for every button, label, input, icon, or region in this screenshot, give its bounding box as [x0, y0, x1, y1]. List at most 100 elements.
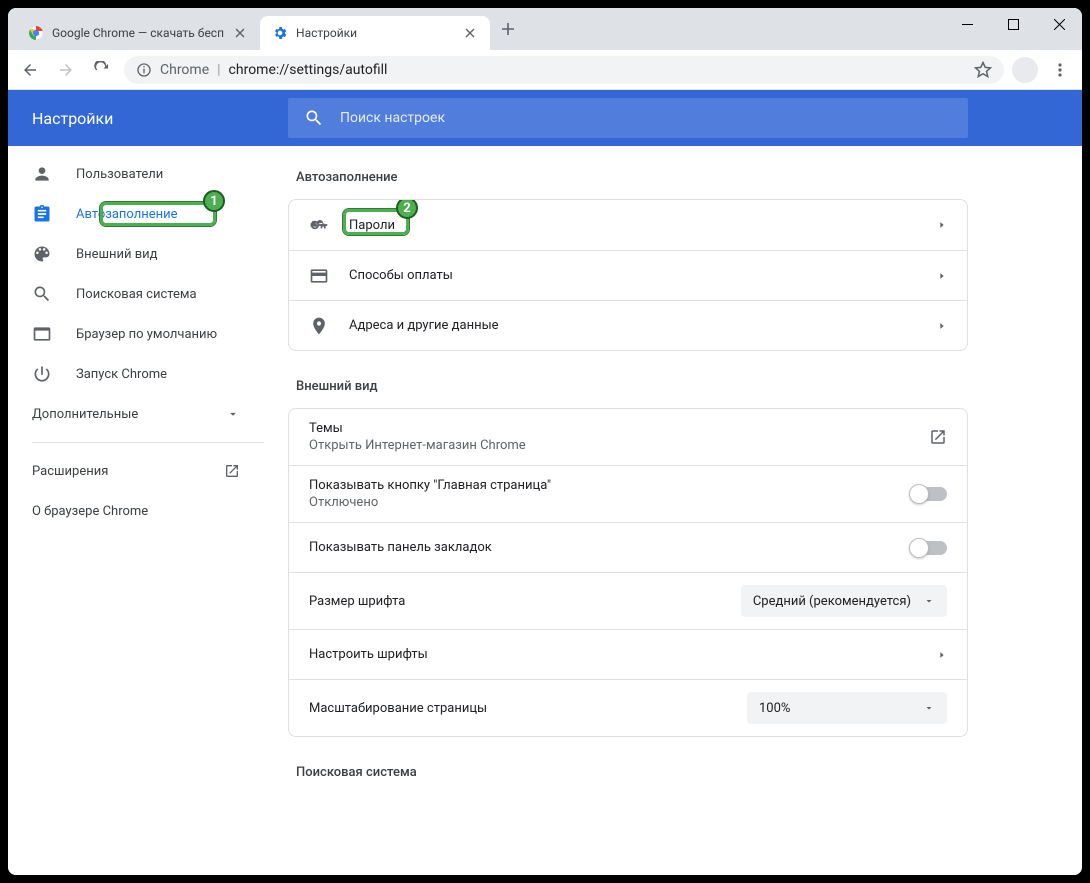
chevron-right-icon — [937, 321, 947, 331]
window-controls — [944, 8, 1082, 40]
forward-button[interactable] — [52, 56, 80, 84]
profile-avatar[interactable] — [1012, 57, 1038, 83]
row-passwords[interactable]: Пароли 2 — [289, 200, 967, 250]
sidebar-label: Внешний вид — [76, 247, 158, 262]
back-button[interactable] — [16, 56, 44, 84]
site-info-icon — [136, 62, 152, 78]
url-host: Chrome — [160, 62, 209, 78]
sidebar-label: О браузере Chrome — [32, 504, 148, 519]
location-icon — [309, 316, 329, 336]
tab-title: Google Chrome — скачать бесп — [52, 26, 224, 40]
settings-body: Пользователи Автозаполнение 1 Внешний ви… — [8, 146, 1082, 875]
row-label: Пароли — [349, 218, 917, 233]
sidebar-about[interactable]: О браузере Chrome — [8, 491, 264, 531]
search-icon — [32, 284, 52, 304]
window-close-button[interactable] — [1036, 8, 1082, 40]
appearance-card: Темы Открыть Интернет-магазин Chrome Пок… — [288, 408, 968, 737]
search-input[interactable] — [340, 110, 952, 126]
sidebar-item-people[interactable]: Пользователи — [8, 154, 264, 194]
titlebar: Google Chrome — скачать бесп Настройки — [8, 8, 1082, 50]
page-title: Настройки — [32, 109, 288, 128]
maximize-button[interactable] — [990, 8, 1036, 40]
chrome-menu-button[interactable] — [1046, 56, 1074, 84]
sidebar-item-appearance[interactable]: Внешний вид — [8, 234, 264, 274]
row-label: Масштабирование страницы — [309, 701, 727, 716]
credit-card-icon — [309, 266, 329, 286]
sidebar-item-default-browser[interactable]: Браузер по умолчанию — [8, 314, 264, 354]
row-page-zoom: Масштабирование страницы 100% — [289, 679, 967, 736]
settings-header: Настройки — [8, 90, 1082, 146]
tab-title: Настройки — [296, 26, 454, 40]
external-link-icon — [224, 463, 240, 479]
address-bar[interactable]: Chrome | chrome://settings/autofill — [124, 56, 1004, 84]
tab-inactive[interactable]: Google Chrome — скачать бесп — [16, 16, 260, 50]
sidebar-label: Расширения — [32, 464, 108, 479]
reload-button[interactable] — [88, 56, 116, 84]
row-sublabel: Отключено — [309, 495, 891, 510]
settings-main: Автозаполнение Пароли 2 Способы оплаты — [264, 146, 1082, 875]
search-icon — [304, 108, 324, 128]
row-label: Настроить шрифты — [309, 647, 917, 662]
row-label: Темы — [309, 421, 909, 436]
chevron-down-icon — [923, 595, 935, 607]
row-label: Показывать панель закладок — [309, 540, 891, 555]
sidebar-item-autofill[interactable]: Автозаполнение 1 — [8, 194, 264, 234]
person-icon — [32, 164, 52, 184]
power-icon — [32, 364, 52, 384]
minimize-button[interactable] — [944, 8, 990, 40]
palette-icon — [32, 244, 52, 264]
key-icon — [309, 215, 329, 235]
divider — [32, 442, 264, 443]
settings-content: Настройки Пользователи Автозаполнение — [8, 90, 1082, 875]
row-payment-methods[interactable]: Способы оплаты — [289, 250, 967, 300]
chevron-right-icon — [937, 220, 947, 230]
sidebar: Пользователи Автозаполнение 1 Внешний ви… — [8, 146, 264, 875]
close-icon[interactable] — [462, 25, 478, 41]
sidebar-label: Пользователи — [76, 167, 163, 182]
dropdown-page-zoom[interactable]: 100% — [747, 692, 947, 724]
new-tab-button[interactable] — [494, 15, 522, 43]
row-themes[interactable]: Темы Открыть Интернет-магазин Chrome — [289, 409, 967, 465]
browser-icon — [32, 324, 52, 344]
sidebar-item-startup[interactable]: Запуск Chrome — [8, 354, 264, 394]
settings-favicon — [272, 25, 288, 41]
section-title-autofill: Автозаполнение — [296, 170, 1062, 185]
sidebar-label: Браузер по умолчанию — [76, 327, 217, 342]
annotation-badge-1: 1 — [203, 190, 225, 212]
autofill-card: Пароли 2 Способы оплаты Адреса и другие … — [288, 199, 968, 351]
dropdown-font-size[interactable]: Средний (рекомендуется) — [741, 585, 947, 617]
close-icon[interactable] — [232, 25, 248, 41]
sidebar-label: Дополнительные — [32, 407, 138, 422]
row-label: Показывать кнопку "Главная страница" — [309, 478, 891, 493]
row-label: Способы оплаты — [349, 268, 917, 283]
toggle-bookmarks-bar[interactable] — [911, 541, 947, 555]
annotation-badge-2: 2 — [396, 199, 418, 219]
row-customize-fonts[interactable]: Настроить шрифты — [289, 629, 967, 679]
row-bookmarks-bar: Показывать панель закладок — [289, 522, 967, 572]
sidebar-extensions[interactable]: Расширения — [8, 451, 264, 491]
row-addresses[interactable]: Адреса и другие данные — [289, 300, 967, 350]
sidebar-label: Запуск Chrome — [76, 367, 167, 382]
row-label: Размер шрифта — [309, 594, 721, 609]
clipboard-icon — [32, 204, 52, 224]
row-font-size: Размер шрифта Средний (рекомендуется) — [289, 572, 967, 629]
sidebar-label: Поисковая система — [76, 287, 197, 302]
search-settings[interactable] — [288, 98, 968, 138]
external-link-icon — [929, 428, 947, 446]
chevron-down-icon — [226, 407, 240, 421]
toggle-home-button[interactable] — [911, 487, 947, 501]
chevron-right-icon — [937, 650, 947, 660]
sidebar-label: Автозаполнение — [76, 207, 178, 222]
bookmark-star-icon[interactable] — [974, 61, 992, 79]
row-label: Адреса и другие данные — [349, 318, 917, 333]
row-sublabel: Открыть Интернет-магазин Chrome — [309, 438, 909, 453]
sidebar-item-search[interactable]: Поисковая система — [8, 274, 264, 314]
browser-toolbar: Chrome | chrome://settings/autofill — [8, 50, 1082, 90]
section-title-appearance: Внешний вид — [296, 379, 1062, 394]
chevron-right-icon — [937, 271, 947, 281]
tab-active[interactable]: Настройки — [260, 16, 490, 50]
sidebar-advanced[interactable]: Дополнительные — [8, 394, 264, 434]
dropdown-value: Средний (рекомендуется) — [753, 594, 911, 609]
browser-window: Google Chrome — скачать бесп Настройки — [8, 8, 1082, 875]
row-home-button: Показывать кнопку "Главная страница" Отк… — [289, 465, 967, 522]
